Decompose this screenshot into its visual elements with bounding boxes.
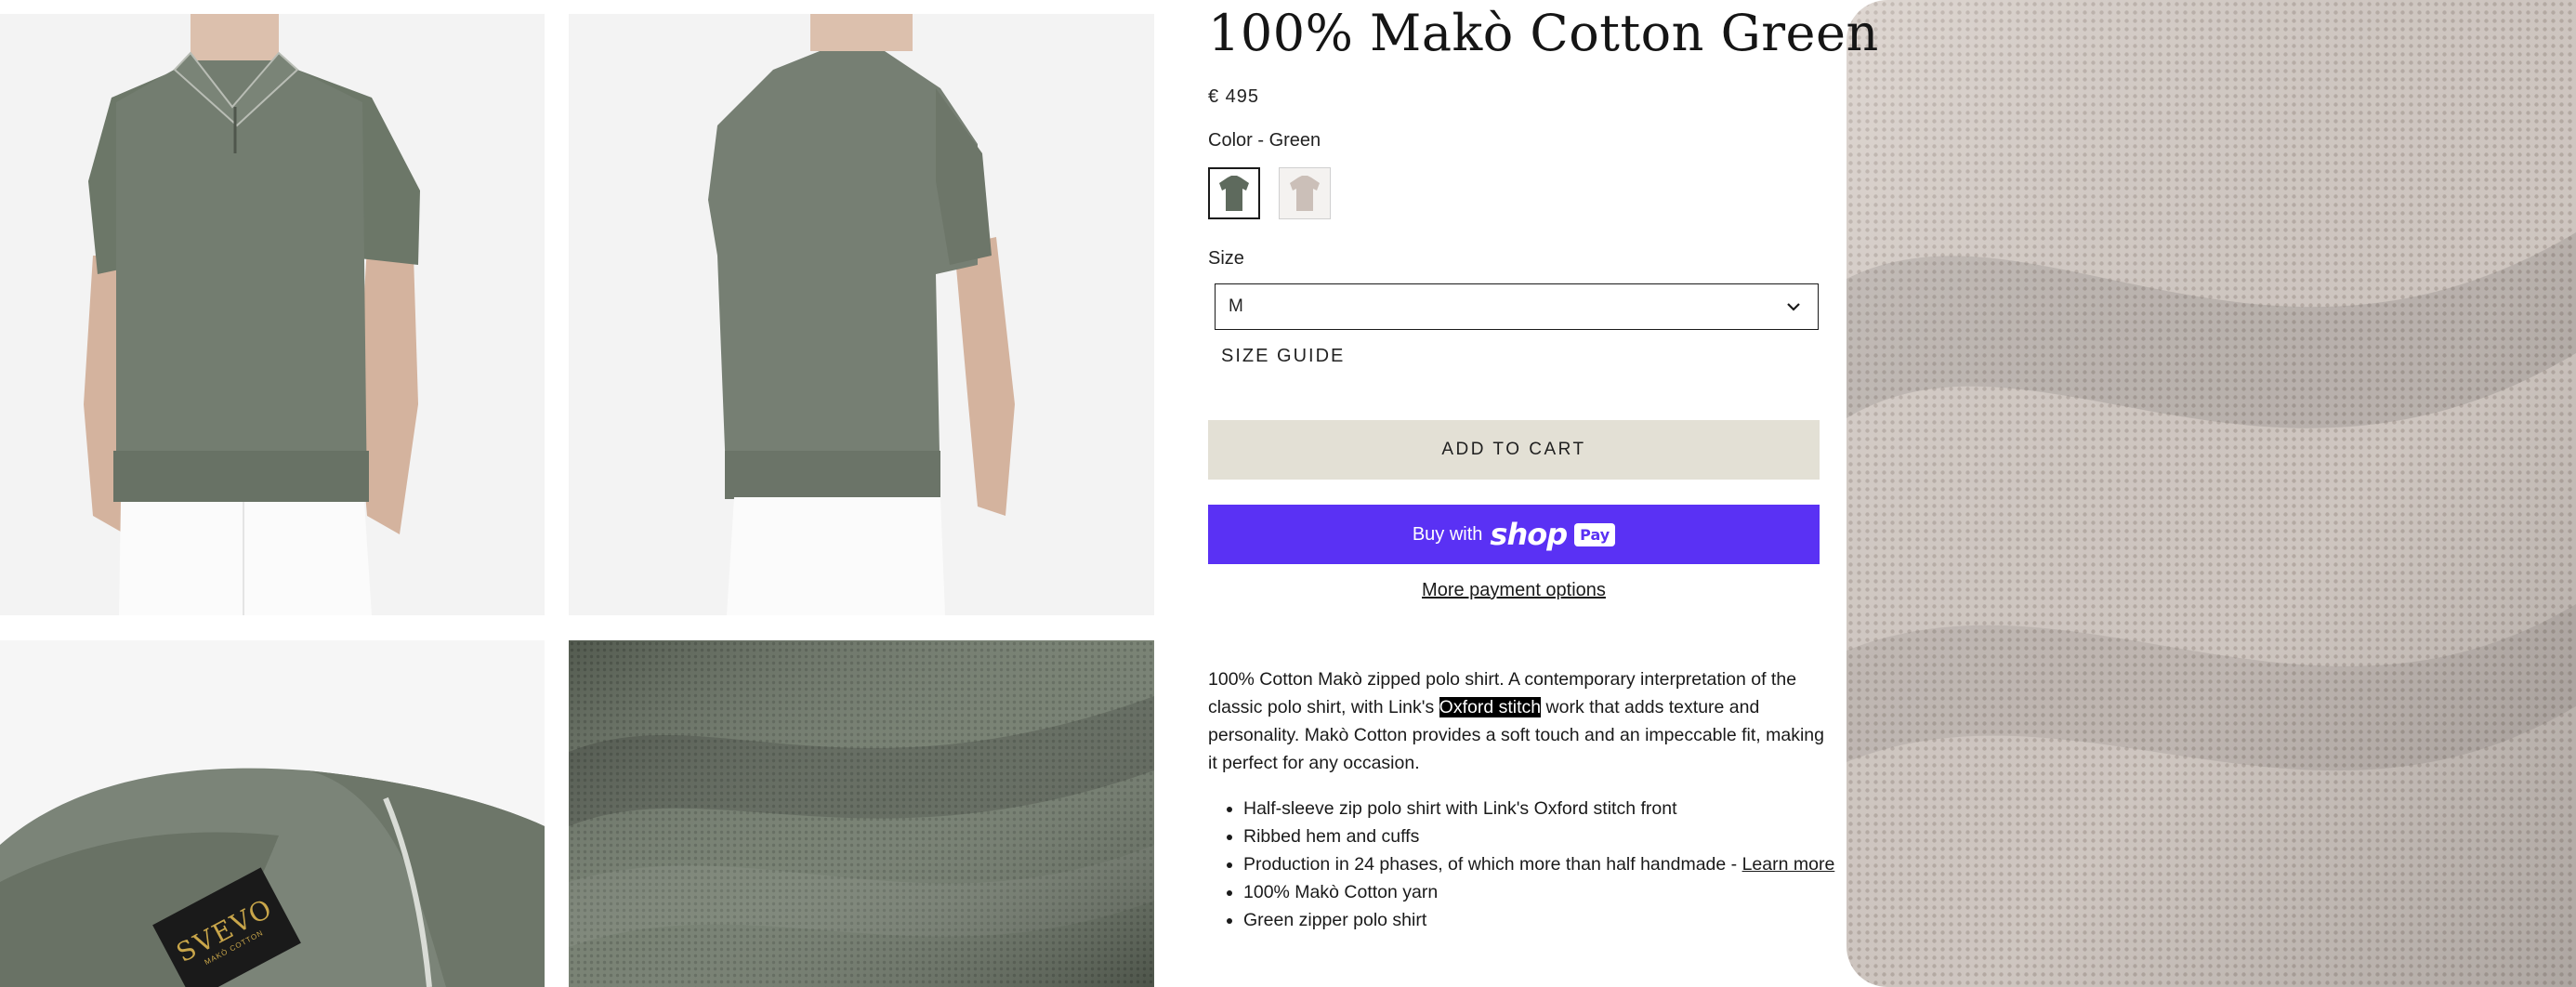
swatch-sand[interactable]	[1279, 167, 1331, 219]
learn-more-link[interactable]: Learn more	[1742, 854, 1835, 875]
size-label: Size	[1208, 248, 1244, 269]
feature-item: Production in 24 phases, of which more t…	[1243, 850, 1838, 878]
product-image-collar-detail[interactable]: SVEVO MAKÒ COTTON	[0, 640, 545, 987]
add-to-cart-button[interactable]: ADD TO CART	[1208, 420, 1820, 480]
shirt-sand-icon	[1290, 176, 1320, 211]
product-info-panel: 100% Makò Cotton Green € 495 Color - Gre…	[1208, 0, 1878, 987]
size-select-value: M	[1229, 296, 1243, 316]
product-price: € 495	[1208, 86, 1260, 107]
size-guide-link[interactable]: SIZE GUIDE	[1221, 346, 1345, 367]
product-image-front[interactable]	[0, 14, 545, 615]
product-image-back[interactable]	[569, 14, 1154, 615]
pay-badge-icon: Pay	[1574, 522, 1616, 546]
feature-item: Ribbed hem and cuffs	[1243, 822, 1838, 850]
product-image-knit-green[interactable]	[569, 640, 1154, 987]
shop-pay-button[interactable]: Buy with shop Pay	[1208, 505, 1820, 564]
shirt-green-icon	[1219, 176, 1249, 211]
shop-logo-icon: shop	[1490, 517, 1568, 552]
size-select[interactable]: M	[1215, 283, 1819, 330]
feature-list: Half-sleeve zip polo shirt with Link's O…	[1208, 795, 1838, 934]
product-description: 100% Cotton Makò zipped polo shirt. A co…	[1208, 665, 1831, 777]
feature-item: Half-sleeve zip polo shirt with Link's O…	[1243, 795, 1838, 822]
description-highlight: Oxford stitch	[1439, 697, 1542, 717]
swatch-green[interactable]	[1208, 167, 1260, 219]
feature-item-text: Production in 24 phases, of which more t…	[1243, 854, 1742, 875]
feature-item: Green zipper polo shirt	[1243, 906, 1838, 934]
chevron-down-icon	[1787, 303, 1800, 311]
color-label: Color - Green	[1208, 130, 1321, 151]
more-payment-options-link[interactable]: More payment options	[1208, 580, 1820, 601]
feature-item: 100% Makò Cotton yarn	[1243, 878, 1838, 906]
shop-pay-buy-text: Buy with	[1412, 523, 1483, 545]
product-image-knit-sand[interactable]	[1847, 0, 2576, 987]
product-title: 100% Makò Cotton Green	[1208, 4, 1879, 62]
